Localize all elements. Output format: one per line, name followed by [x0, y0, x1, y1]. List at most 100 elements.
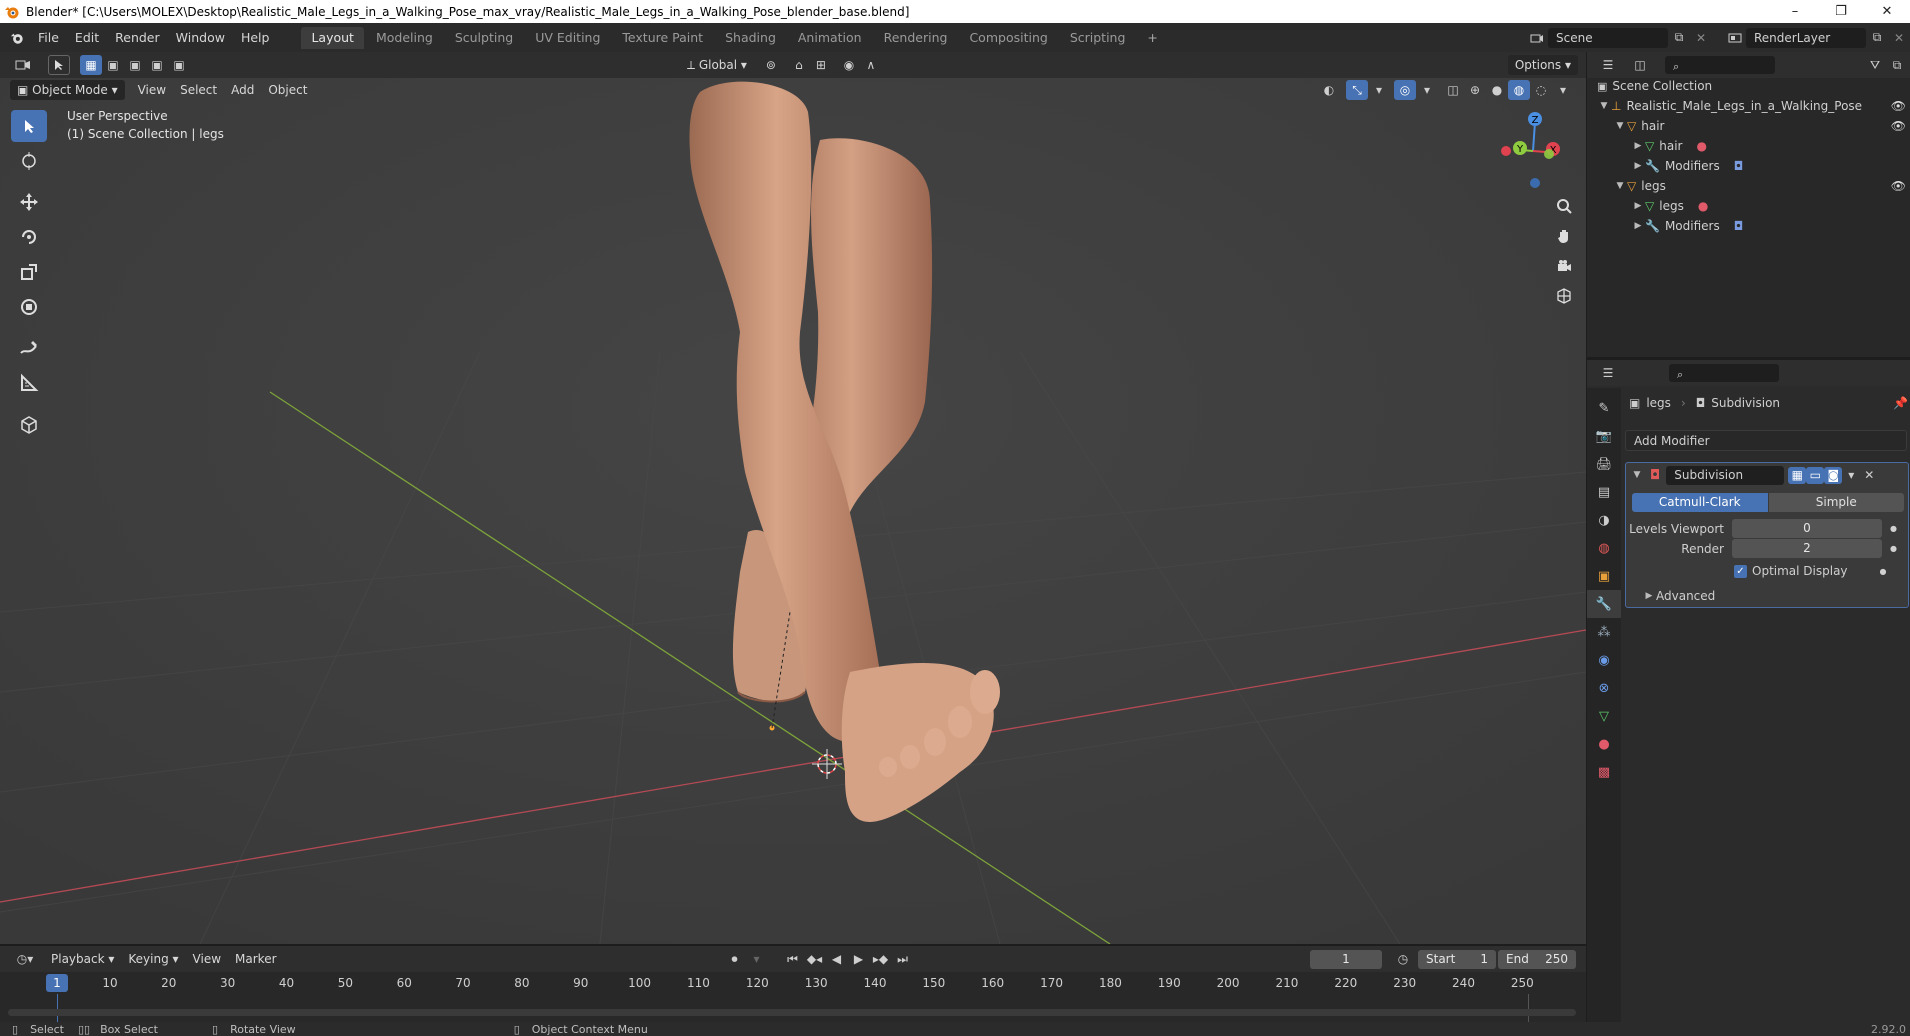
playhead-indicator[interactable]: 1 — [46, 974, 68, 992]
render-levels-field[interactable]: 2 — [1732, 539, 1882, 558]
menu-select[interactable]: Select — [173, 80, 224, 100]
menu-object[interactable]: Object — [261, 80, 314, 100]
workspace-tab-rendering[interactable]: Rendering — [874, 27, 958, 49]
pan-hand-icon[interactable] — [1552, 224, 1576, 248]
gizmo-dropdown-icon[interactable]: ▾ — [1368, 80, 1390, 100]
modifier-menu-icon[interactable]: ▾ — [1842, 467, 1860, 484]
material-tab-icon[interactable]: ● — [1587, 730, 1621, 758]
overlay-dropdown-icon[interactable]: ▾ — [1416, 80, 1438, 100]
outliner-editor-type-icon[interactable]: ☰ — [1597, 55, 1619, 75]
select-invert-icon[interactable]: ▣ — [146, 55, 168, 75]
subdivision-modifier-icon[interactable]: ◘ — [1734, 159, 1744, 173]
workspace-tab-texture-paint[interactable]: Texture Paint — [612, 27, 713, 49]
shading-dropdown-icon[interactable]: ▾ — [1552, 80, 1574, 100]
workspace-tab-uv-editing[interactable]: UV Editing — [525, 27, 610, 49]
current-frame-field[interactable]: 1 — [1310, 949, 1382, 969]
rendered-shading-icon[interactable]: ◌ — [1530, 80, 1552, 100]
new-scene-icon[interactable]: ⧉ — [1668, 28, 1690, 48]
catmull-clark-button[interactable]: Catmull-Clark — [1632, 493, 1768, 512]
zoom-icon[interactable] — [1552, 194, 1576, 218]
restore-button[interactable]: ❐ — [1818, 0, 1864, 23]
expand-arrow-icon[interactable]: ▼ — [1613, 121, 1627, 131]
expand-arrow-icon[interactable]: ▶ — [1631, 161, 1645, 171]
pin-icon[interactable]: 📌 — [1893, 396, 1908, 410]
keying-set-icon[interactable]: ▾ — [746, 949, 768, 969]
tool-tab-icon[interactable]: ✎ — [1587, 394, 1621, 422]
expand-arrow-icon[interactable]: ▼ — [1597, 101, 1611, 111]
snap-icon[interactable]: ⌂ — [788, 55, 810, 75]
view-layer-tab-icon[interactable]: ▤ — [1587, 478, 1621, 506]
expand-arrow-icon[interactable]: ▶ — [1631, 201, 1645, 211]
falloff-icon[interactable]: ∧ — [860, 55, 882, 75]
outliner-item-hair-mesh[interactable]: ▶ ▽ hair ● — [1587, 136, 1910, 156]
transform-tool-icon[interactable] — [11, 291, 47, 323]
marker-menu[interactable]: Marker — [228, 949, 283, 969]
view-layer-icon[interactable] — [1724, 28, 1746, 48]
add-cube-tool-icon[interactable] — [11, 408, 47, 440]
texture-tab-icon[interactable]: ▩ — [1587, 758, 1621, 786]
menu-window[interactable]: Window — [168, 23, 233, 52]
advanced-subpanel[interactable]: ▶ Advanced — [1626, 589, 1908, 603]
playback-menu[interactable]: Playback ▾ — [44, 949, 121, 969]
measure-tool-icon[interactable] — [11, 367, 47, 399]
pivot-point-icon[interactable]: ⊚ — [760, 55, 782, 75]
start-frame-field[interactable]: Start 1 — [1418, 949, 1496, 969]
scene-name-field[interactable]: Scene — [1548, 27, 1668, 48]
keyframe-dot-icon[interactable]: ● — [1880, 567, 1887, 576]
play-reverse-icon[interactable]: ◀ — [826, 949, 848, 969]
editor-type-icon[interactable] — [8, 55, 38, 75]
timeline-editor-type-icon[interactable]: ◷▾ — [10, 949, 40, 969]
menu-file[interactable]: File — [30, 23, 67, 52]
viewport-toggle-icon[interactable]: ▭ — [1806, 466, 1825, 484]
physics-tab-icon[interactable]: ◉ — [1587, 646, 1621, 674]
keying-menu[interactable]: Keying ▾ — [121, 949, 185, 969]
select-subtract-icon[interactable]: ▣ — [124, 55, 146, 75]
modifier-tab-icon[interactable]: 🔧 — [1587, 590, 1621, 618]
play-icon[interactable]: ▶ — [848, 949, 870, 969]
workspace-tab-compositing[interactable]: Compositing — [959, 27, 1057, 49]
add-workspace-icon[interactable]: + — [1137, 27, 1167, 49]
outliner-item-legs-mesh[interactable]: ▶ ▽ legs ● — [1587, 196, 1910, 216]
workspace-tab-sculpting[interactable]: Sculpting — [445, 27, 523, 49]
jump-start-icon[interactable]: ⏮ — [782, 949, 804, 969]
select-box-tool-icon[interactable] — [11, 110, 47, 142]
subdivision-modifier-icon[interactable]: ◘ — [1734, 219, 1744, 233]
menu-help[interactable]: Help — [233, 23, 278, 52]
visibility-eye-icon[interactable]: 👁 — [1891, 119, 1906, 133]
end-frame-field[interactable]: End 250 — [1498, 949, 1576, 969]
mode-dropdown[interactable]: ▣ Object Mode ▾ — [10, 80, 125, 100]
navigation-gizmo[interactable]: Z Y X — [1490, 108, 1570, 193]
select-extend-icon[interactable]: ▣ — [102, 55, 124, 75]
modifier-name-field[interactable]: Subdivision — [1666, 465, 1785, 485]
outliner-item-legs-object[interactable]: ▼ ▽ legs 👁 — [1587, 176, 1910, 196]
properties-search-input[interactable]: ⌕ — [1669, 364, 1779, 382]
prev-keyframe-icon[interactable]: ◆◂ — [804, 949, 826, 969]
menu-view[interactable]: View — [131, 80, 173, 100]
expand-arrow-icon[interactable]: ▶ — [1642, 591, 1656, 601]
proportional-edit-icon[interactable]: ◉ — [838, 55, 860, 75]
workspace-tab-shading[interactable]: Shading — [715, 27, 786, 49]
render-layer-field[interactable]: RenderLayer — [1746, 27, 1866, 48]
outliner-item-hair-modifiers[interactable]: ▶ 🔧 Modifiers ◘ — [1587, 156, 1910, 176]
solid-shading-icon[interactable]: ● — [1486, 80, 1508, 100]
visibility-filter-icon[interactable]: ◐ — [1318, 80, 1340, 100]
object-tab-icon[interactable]: ▣ — [1587, 562, 1621, 590]
workspace-tab-modeling[interactable]: Modeling — [366, 27, 443, 49]
material-icon[interactable]: ● — [1696, 139, 1706, 153]
wireframe-shading-icon[interactable]: ⊕ — [1464, 80, 1486, 100]
workspace-tab-scripting[interactable]: Scripting — [1060, 27, 1136, 49]
menu-render[interactable]: Render — [107, 23, 168, 52]
camera-view-icon[interactable] — [1552, 254, 1576, 278]
keyframe-dot-icon[interactable]: ● — [1890, 524, 1897, 533]
render-tab-icon[interactable]: 📷 — [1587, 422, 1621, 450]
delete-scene-icon[interactable]: ✕ — [1690, 28, 1712, 48]
mesh-data-tab-icon[interactable]: ▽ — [1587, 702, 1621, 730]
render-toggle-icon[interactable]: ◙ — [1824, 466, 1843, 484]
timeline-view-menu[interactable]: View — [186, 949, 228, 969]
filter-icon[interactable]: ⛛ — [1864, 55, 1886, 75]
timeline-area[interactable]: 10 20 30 40 50 60 70 80 90 100 110 120 130 140 150 160 1… — [0, 972, 1586, 1024]
constraints-tab-icon[interactable]: ⊗ — [1587, 674, 1621, 702]
overlay-toggle-icon[interactable]: ◎ — [1394, 80, 1416, 100]
jump-end-icon[interactable]: ⏭ — [892, 949, 914, 969]
material-preview-shading-icon[interactable]: ◍ — [1508, 80, 1530, 100]
